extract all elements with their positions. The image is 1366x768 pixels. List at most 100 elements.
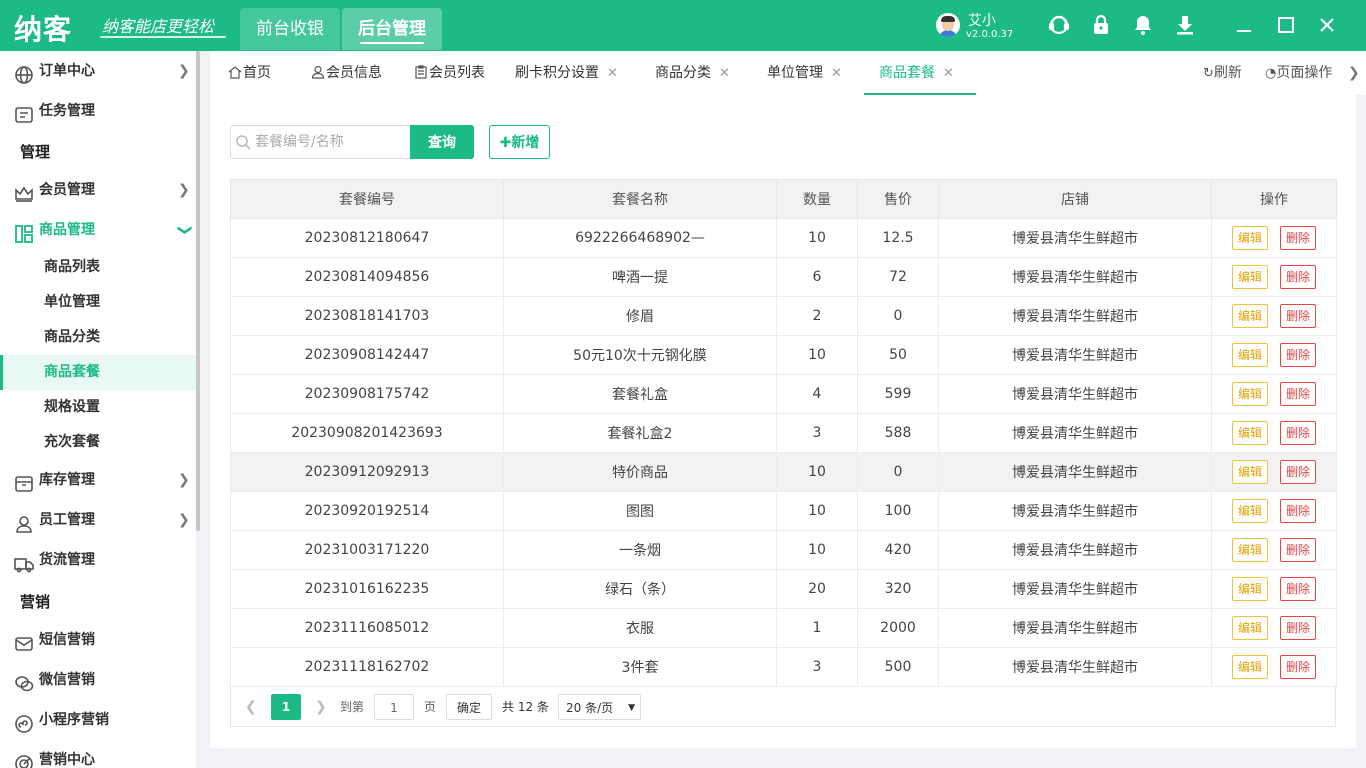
tab-bar: 首页 会员信息 会员列表 刷卡积分设置 ✕ 商品分类 ✕ 单位管理 ✕ 商品套餐 ✕ ↻…	[210, 51, 1366, 95]
cell-code: 20230912092913	[230, 452, 504, 492]
download-icon[interactable]	[1173, 13, 1197, 37]
sidebar-item-stock[interactable]: 库存管理 ❯	[0, 460, 196, 500]
goto-page-input[interactable]: 1	[374, 694, 414, 720]
sidebar-item-miniapp[interactable]: 小程序营销	[0, 700, 196, 740]
nav-backend-manage[interactable]: 后台管理	[342, 8, 442, 50]
edit-button[interactable]: 编辑	[1232, 499, 1268, 523]
next-page-icon[interactable]: ❯	[315, 694, 327, 720]
app-slogan: 纳客能店更轻松	[102, 17, 215, 36]
sidebar-item-goods[interactable]: 商品管理 ❯	[0, 210, 196, 250]
cell-shop: 博爱县清华生鲜超市	[938, 608, 1212, 648]
add-button[interactable]: ✚新增	[489, 125, 550, 159]
cell-actions: 编辑 删除	[1211, 608, 1337, 648]
edit-button[interactable]: 编辑	[1232, 538, 1268, 562]
chevron-right-icon[interactable]: ❯	[1348, 51, 1360, 95]
edit-button[interactable]: 编辑	[1232, 577, 1268, 601]
prev-page-icon[interactable]: ❮	[245, 694, 257, 720]
minimize-icon[interactable]	[1232, 13, 1256, 37]
sidebar-item-sms[interactable]: 短信营销	[0, 620, 196, 660]
delete-button[interactable]: 删除	[1280, 655, 1316, 679]
chevron-right-icon: ❯	[178, 63, 190, 79]
sidebar-item-spec-settings[interactable]: 规格设置	[0, 390, 196, 425]
page-size-select[interactable]: 20 条/页 ▼	[558, 694, 641, 720]
nav-front-cashier[interactable]: 前台收银	[240, 8, 340, 50]
delete-button[interactable]: 删除	[1280, 577, 1316, 601]
edit-button[interactable]: 编辑	[1232, 460, 1268, 484]
cell-name: 衣服	[503, 608, 777, 648]
tab-member-info[interactable]: 会员信息	[311, 51, 382, 93]
edit-button[interactable]: 编辑	[1232, 265, 1268, 289]
close-icon[interactable]: ✕	[943, 66, 954, 81]
sidebar-item-tasks[interactable]: 任务管理	[0, 91, 196, 131]
user-name[interactable]: 艾小	[968, 10, 996, 30]
edit-button[interactable]: 编辑	[1232, 382, 1268, 406]
sidebar-item-goods-package[interactable]: 商品套餐	[0, 355, 196, 390]
nav-active-underline	[360, 42, 424, 44]
cell-shop: 博爱县清华生鲜超市	[938, 218, 1212, 258]
search-icon	[235, 134, 251, 150]
goods-icon	[14, 220, 34, 243]
delete-button[interactable]: 删除	[1280, 265, 1316, 289]
delete-button[interactable]: 删除	[1280, 499, 1316, 523]
cell-shop: 博爱县清华生鲜超市	[938, 491, 1212, 531]
edit-button[interactable]: 编辑	[1232, 616, 1268, 640]
sidebar-item-goods-category[interactable]: 商品分类	[0, 320, 196, 355]
edit-button[interactable]: 编辑	[1232, 343, 1268, 367]
tab-card-points[interactable]: 刷卡积分设置 ✕	[515, 51, 618, 93]
delete-button[interactable]: 删除	[1280, 226, 1316, 250]
tab-unit-manage[interactable]: 单位管理 ✕	[767, 51, 842, 93]
sidebar-scrollbar[interactable]	[196, 51, 200, 531]
customer-service-icon[interactable]	[1047, 13, 1071, 37]
bell-icon[interactable]	[1131, 13, 1155, 37]
globe-icon	[14, 61, 34, 84]
sidebar-item-label: 商品管理	[39, 222, 95, 238]
cell-name: 3件套	[503, 647, 777, 687]
edit-button[interactable]: 编辑	[1232, 655, 1268, 679]
sidebar-item-members[interactable]: 会员管理 ❯	[0, 170, 196, 210]
table-row: 20230920192514 图图 10 100 博爱县清华生鲜超市 编辑 删除	[230, 491, 1337, 531]
tab-label: 会员列表	[429, 65, 485, 81]
tab-goods-package[interactable]: 商品套餐 ✕	[864, 51, 976, 95]
sidebar-item-wechat[interactable]: 微信营销	[0, 660, 196, 700]
sidebar-item-orders[interactable]: 订单中心 ❯	[0, 51, 196, 91]
lock-icon[interactable]	[1089, 13, 1113, 37]
avatar[interactable]	[936, 13, 960, 37]
delete-button[interactable]: 删除	[1280, 382, 1316, 406]
delete-button[interactable]: 删除	[1280, 421, 1316, 445]
chevron-down-icon: ❯	[177, 224, 193, 236]
edit-button[interactable]: 编辑	[1232, 304, 1268, 328]
delete-button[interactable]: 删除	[1280, 343, 1316, 367]
sidebar-item-logistics[interactable]: 货流管理	[0, 540, 196, 580]
sidebar-item-unit-manage[interactable]: 单位管理	[0, 285, 196, 320]
confirm-button[interactable]: 确定	[446, 694, 492, 720]
cell-shop: 博爱县清华生鲜超市	[938, 257, 1212, 297]
close-icon[interactable]: ✕	[719, 66, 730, 81]
cell-name: 套餐礼盒	[503, 374, 777, 414]
query-button[interactable]: 查询	[410, 125, 474, 159]
edit-button[interactable]: 编辑	[1232, 226, 1268, 250]
gauge-icon: ◔	[1265, 66, 1277, 81]
tab-home[interactable]: 首页	[228, 51, 271, 93]
cell-name: 50元10次十元钢化膜	[503, 335, 777, 375]
page-ops-button[interactable]: ◔页面操作	[1265, 51, 1332, 96]
delete-button[interactable]: 删除	[1280, 538, 1316, 562]
sidebar-item-goods-list[interactable]: 商品列表	[0, 250, 196, 285]
delete-button[interactable]: 删除	[1280, 616, 1316, 640]
delete-button[interactable]: 删除	[1280, 460, 1316, 484]
refresh-button[interactable]: ↻刷新	[1203, 51, 1242, 96]
cell-actions: 编辑 删除	[1211, 218, 1337, 258]
sidebar-item-recharge-package[interactable]: 充次套餐	[0, 425, 196, 460]
delete-button[interactable]: 删除	[1280, 304, 1316, 328]
sidebar-item-staff[interactable]: 员工管理 ❯	[0, 500, 196, 540]
close-icon[interactable]	[1315, 13, 1339, 37]
page-current[interactable]: 1	[271, 694, 301, 720]
tab-member-list[interactable]: 会员列表	[414, 51, 485, 93]
search-input[interactable]	[255, 126, 405, 158]
cell-code: 20231118162702	[230, 647, 504, 687]
close-icon[interactable]: ✕	[607, 66, 618, 81]
edit-button[interactable]: 编辑	[1232, 421, 1268, 445]
tab-goods-category[interactable]: 商品分类 ✕	[655, 51, 730, 93]
close-icon[interactable]: ✕	[831, 66, 842, 81]
sidebar-item-marketing-center[interactable]: 营销中心	[0, 740, 196, 768]
maximize-icon[interactable]	[1274, 13, 1298, 37]
